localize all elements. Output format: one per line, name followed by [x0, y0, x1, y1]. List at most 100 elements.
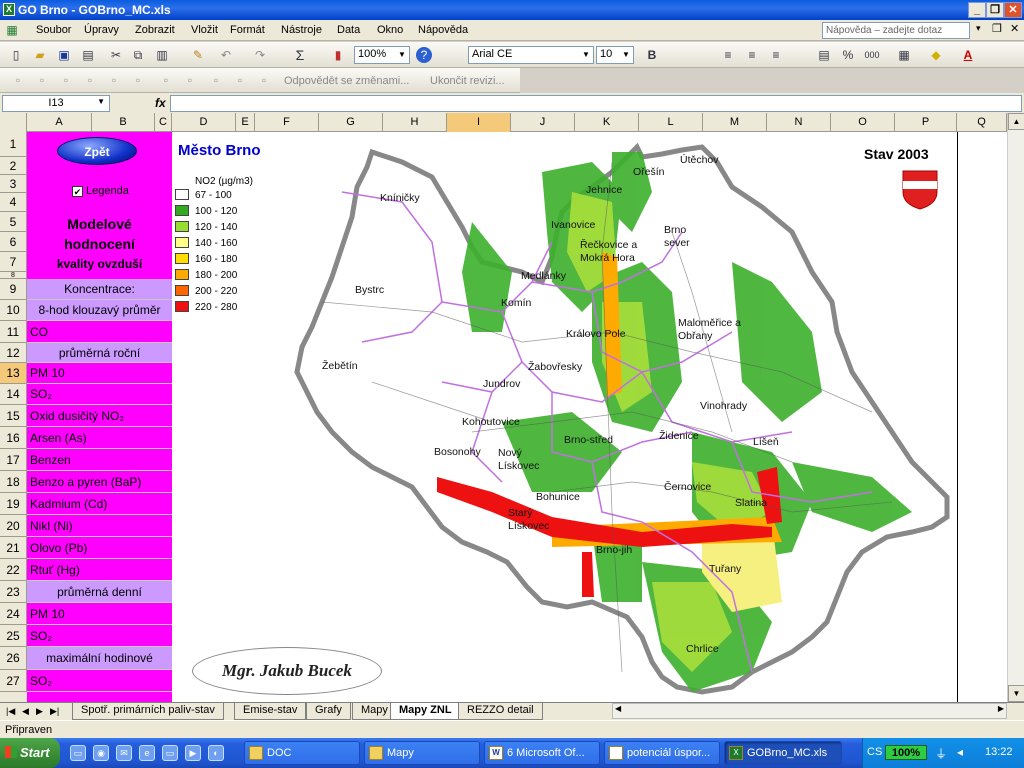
panel-item-8hod[interactable]: 8-hod klouzavý průměr	[27, 300, 172, 321]
taskbar-item-gobrno[interactable]: X GOBrno_MC.xls	[724, 741, 842, 765]
language-icon[interactable]: CS	[867, 746, 882, 758]
panel-item-arsen[interactable]: Arsen (As)	[27, 427, 172, 449]
review-icon-5[interactable]: ▫	[106, 72, 122, 88]
back-button[interactable]: Zpět	[57, 137, 137, 165]
col-i[interactable]: I	[447, 113, 511, 132]
select-all-corner[interactable]	[0, 113, 27, 132]
panel-item-pm10-denni[interactable]: PM 10	[27, 603, 172, 625]
row-2[interactable]: 2	[0, 157, 27, 175]
row-8[interactable]: 8	[0, 272, 27, 279]
autosum-icon[interactable]: Σ	[292, 47, 308, 63]
horizontal-scrollbar[interactable]: ◀ ▶	[612, 703, 1007, 719]
review-icon-9[interactable]: ▫	[208, 72, 224, 88]
quicklaunch-icon[interactable]: ▭	[162, 745, 178, 761]
col-a[interactable]: A	[27, 113, 92, 132]
taskbar-item-potencial[interactable]: potenciál úspor...	[604, 741, 720, 765]
row-27[interactable]: 27	[0, 670, 27, 692]
minimize-button[interactable]: _	[968, 2, 986, 18]
new-icon[interactable]: ▯	[8, 47, 24, 63]
legend-checkbox[interactable]: ✔ Legenda	[72, 185, 129, 197]
paste-icon[interactable]: ▥	[154, 47, 170, 63]
thousands-icon[interactable]: 000	[864, 47, 880, 63]
doc-restore-icon[interactable]: ❐	[992, 22, 1002, 35]
excel-app-icon[interactable]: X	[3, 3, 15, 16]
sheet-tab[interactable]: Grafy	[306, 703, 351, 720]
reply-with-changes-button[interactable]: Odpovědět se změnami...	[284, 75, 409, 87]
sheet-tab[interactable]: Spotř. primárních paliv-stav	[72, 703, 224, 720]
row-7[interactable]: 7	[0, 252, 27, 272]
col-g[interactable]: G	[319, 113, 383, 132]
open-icon[interactable]: ▰	[32, 47, 48, 63]
row-23[interactable]: 23	[0, 581, 27, 603]
font-color-icon[interactable]: A	[960, 47, 976, 63]
help-icon[interactable]: ?	[416, 47, 432, 63]
menu-okno[interactable]: Okno	[377, 24, 403, 36]
internet-explorer-icon[interactable]: e	[139, 745, 155, 761]
review-icon-6[interactable]: ▫	[130, 72, 146, 88]
name-box[interactable]: I13 ▼	[2, 95, 110, 112]
menu-data[interactable]: Data	[337, 24, 360, 36]
first-sheet-icon[interactable]: |◀	[6, 706, 15, 717]
review-icon-4[interactable]: ▫	[82, 72, 98, 88]
chart-wizard-icon[interactable]: ▮	[330, 47, 346, 63]
row-11[interactable]: 11	[0, 321, 27, 343]
power-plug-icon[interactable]: ⏚	[935, 745, 947, 762]
panel-item-nikl[interactable]: Nikl (Ni)	[27, 515, 172, 537]
battery-indicator[interactable]: 100%	[885, 745, 927, 760]
review-icon-3[interactable]: ▫	[58, 72, 74, 88]
scroll-up-icon[interactable]: ▲	[1008, 113, 1024, 130]
save-icon[interactable]: ▣	[56, 47, 72, 63]
col-e[interactable]: E	[236, 113, 255, 132]
scroll-right-icon[interactable]: ▶	[998, 704, 1004, 713]
quicklaunch-icon-2[interactable]: ◐	[208, 745, 224, 761]
print-preview-icon[interactable]: ▤	[80, 47, 96, 63]
col-c[interactable]: C	[155, 113, 172, 132]
row-20[interactable]: 20	[0, 515, 27, 537]
format-painter-icon[interactable]: ✎	[190, 47, 206, 63]
cut-icon[interactable]: ✂	[108, 47, 124, 63]
workbook-icon[interactable]: ▦	[4, 22, 20, 38]
ask-dropdown-icon[interactable]: ▾	[976, 23, 981, 34]
panel-item-pm10-rocni[interactable]: PM 10	[27, 363, 172, 384]
last-sheet-icon[interactable]: ▶|	[50, 706, 59, 717]
menu-format[interactable]: Formát	[230, 24, 265, 36]
copy-icon[interactable]: ⧉	[130, 47, 146, 63]
prev-sheet-icon[interactable]: ◀	[22, 706, 29, 717]
row-15[interactable]: 15	[0, 405, 27, 427]
col-f[interactable]: F	[255, 113, 319, 132]
review-icon-2[interactable]: ▫	[34, 72, 50, 88]
row-13[interactable]: 13	[0, 363, 27, 384]
row-17[interactable]: 17	[0, 449, 27, 471]
panel-item-so2-denni[interactable]: SO₂	[27, 625, 172, 647]
row-19[interactable]: 19	[0, 493, 27, 515]
start-button[interactable]: Start	[0, 738, 60, 768]
row-21[interactable]: 21	[0, 537, 27, 559]
review-icon-11[interactable]: ▫	[256, 72, 272, 88]
empty-column-q[interactable]	[957, 132, 1007, 702]
undo-icon[interactable]: ↶	[218, 47, 234, 63]
show-desktop-icon[interactable]: ▭	[70, 745, 86, 761]
taskbar-item-doc[interactable]: DOC	[244, 741, 360, 765]
sheet-tab[interactable]: Emise-stav	[234, 703, 307, 720]
restore-button[interactable]: ❐	[986, 2, 1004, 18]
menu-upravy[interactable]: Úpravy	[84, 24, 119, 36]
next-sheet-icon[interactable]: ▶	[36, 706, 43, 717]
row-10[interactable]: 10	[0, 300, 27, 321]
panel-item-so2-rocni[interactable]: SO₂	[27, 384, 172, 405]
menu-soubor[interactable]: Soubor	[36, 24, 71, 36]
taskbar-item-word[interactable]: W6 Microsoft Of...	[484, 741, 600, 765]
row-12[interactable]: 12	[0, 343, 27, 363]
fill-color-icon[interactable]: ◆	[928, 47, 944, 63]
col-k[interactable]: K	[575, 113, 639, 132]
review-icon-8[interactable]: ▫	[182, 72, 198, 88]
row-1[interactable]: 1	[0, 132, 27, 157]
row-14[interactable]: 14	[0, 384, 27, 405]
ask-question-input[interactable]: Nápověda – zadejte dotaz	[822, 22, 970, 39]
percent-icon[interactable]: %	[840, 47, 856, 63]
review-icon-1[interactable]: ▫	[10, 72, 26, 88]
row-26[interactable]: 26	[0, 647, 27, 670]
menu-zobrazit[interactable]: Zobrazit	[135, 24, 175, 36]
menu-vlozit[interactable]: Vložit	[191, 24, 218, 36]
row-16[interactable]: 16	[0, 427, 27, 449]
align-center-icon[interactable]: ≡	[744, 47, 760, 63]
